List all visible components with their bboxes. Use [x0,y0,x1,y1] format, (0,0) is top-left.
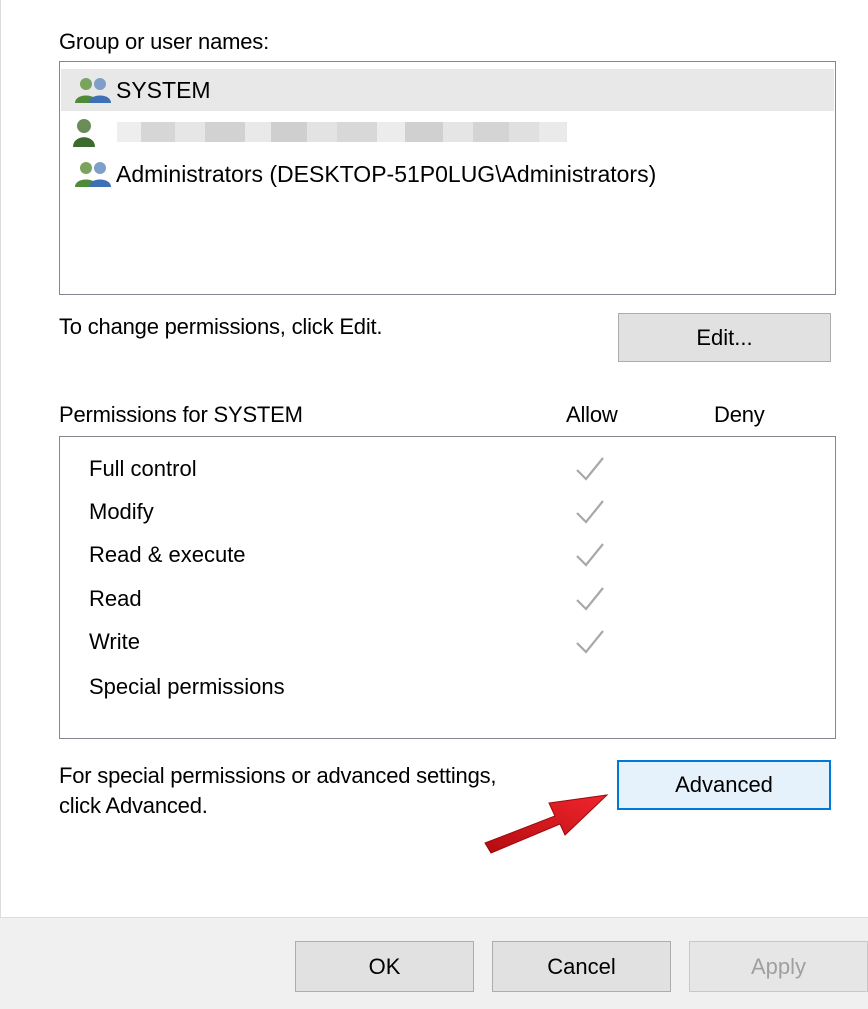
allow-check-icon [576,587,604,611]
deny-column-header: Deny [714,402,765,427]
allow-check-icon [576,630,604,654]
user-group-icon [75,162,111,187]
apply-button[interactable]: Apply [689,941,868,992]
permission-row-read-execute: Read & execute [60,534,835,576]
permission-name: Special permissions [89,674,285,699]
permission-name: Write [89,629,140,654]
permission-row-read: Read [60,578,835,620]
advanced-button[interactable]: Advanced [617,760,831,810]
ok-button[interactable]: OK [295,941,474,992]
permission-name: Read & execute [89,542,246,567]
permissions-list: Full control Modify Read & execute Read … [59,436,836,739]
allow-check-icon [576,543,604,567]
allow-check-icon [576,500,604,524]
allow-column-header: Allow [566,402,618,427]
change-permissions-hint: To change permissions, click Edit. [59,314,383,339]
list-item-administrators[interactable]: Administrators (DESKTOP-51P0LUG\Administ… [61,153,834,195]
user-group-icon [75,78,111,103]
allow-check-icon [576,457,604,481]
permission-row-full-control: Full control [60,448,835,490]
permission-row-modify: Modify [60,491,835,533]
security-tab-panel: Group or user names: SYSTEM Administrato… [0,0,868,918]
advanced-hint-line-2: click Advanced. [59,793,208,818]
cancel-button[interactable]: Cancel [492,941,671,992]
permission-name: Modify [89,499,154,524]
edit-button[interactable]: Edit... [618,313,831,362]
red-arrow-annotation [484,794,609,854]
permission-row-special: Special permissions [60,666,835,708]
redacted-user-name [117,122,567,142]
permission-row-write: Write [60,621,835,663]
permission-name: Full control [89,456,197,481]
list-item-label: Administrators (DESKTOP-51P0LUG\Administ… [116,160,657,187]
list-item-redacted-user[interactable] [61,111,834,153]
user-icon [73,119,95,147]
advanced-hint-line-1: For special permissions or advanced sett… [59,763,497,788]
group-user-list[interactable]: SYSTEM Administrators (DESKTOP-51P0LUG\A… [59,61,836,295]
list-item-label: SYSTEM [116,76,211,103]
permissions-for-label: Permissions for SYSTEM [59,402,303,427]
list-item-system[interactable]: SYSTEM [61,69,834,111]
group-names-label: Group or user names: [59,29,269,54]
permission-name: Read [89,586,142,611]
